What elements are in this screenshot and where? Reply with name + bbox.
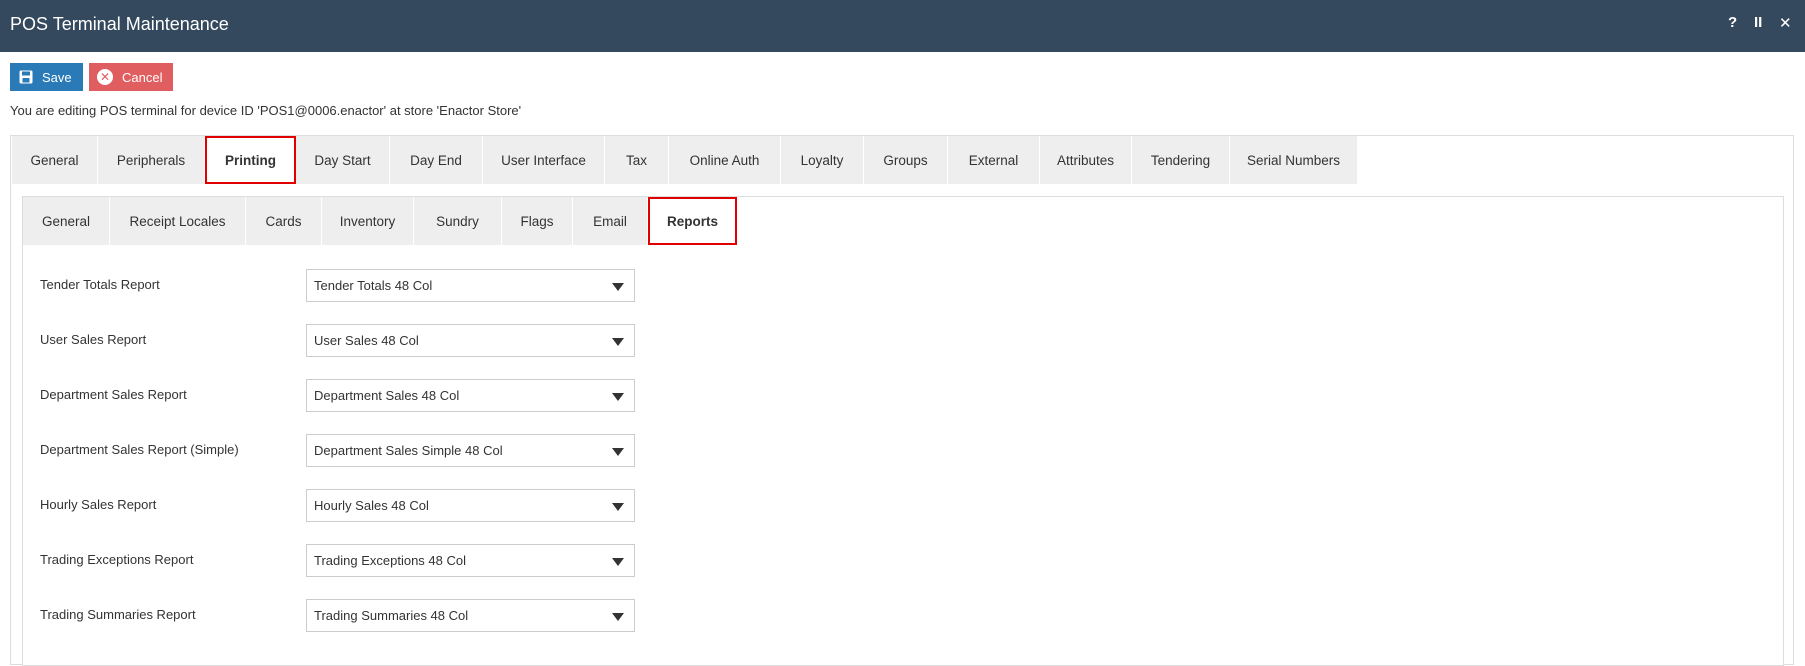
tab-loyalty[interactable]: Loyalty xyxy=(781,136,864,184)
report-select-value: Hourly Sales 48 Col xyxy=(314,498,429,513)
report-label: Department Sales Report (Simple) xyxy=(40,442,239,457)
report-select[interactable]: Department Sales Simple 48 Col xyxy=(306,434,635,467)
cancel-circle-icon: ✕ xyxy=(97,69,113,85)
subtab-reports[interactable]: Reports xyxy=(648,197,737,245)
title-bar: POS Terminal Maintenance ? II ✕ xyxy=(0,0,1805,52)
report-select[interactable]: User Sales 48 Col xyxy=(306,324,635,357)
editing-info-text: You are editing POS terminal for device … xyxy=(10,103,522,118)
report-row-department-sales-report: Department Sales Report Department Sales … xyxy=(40,379,640,412)
report-label: User Sales Report xyxy=(40,332,147,347)
tab-serial-numbers[interactable]: Serial Numbers xyxy=(1230,136,1358,184)
tab-tendering[interactable]: Tendering xyxy=(1132,136,1230,184)
caret-down-icon xyxy=(612,338,624,346)
report-select[interactable]: Trading Exceptions 48 Col xyxy=(306,544,635,577)
subtab-general[interactable]: General xyxy=(23,197,110,245)
tab-peripherals[interactable]: Peripherals xyxy=(98,136,205,184)
report-select-value: Trading Summaries 48 Col xyxy=(314,608,469,623)
tab-online-auth[interactable]: Online Auth xyxy=(669,136,781,184)
main-tab-bar: General Peripherals Printing Day Start Day E… xyxy=(12,136,1358,184)
report-select[interactable]: Trading Summaries 48 Col xyxy=(306,599,635,632)
subtab-sundry[interactable]: Sundry xyxy=(414,197,502,245)
report-row-user-sales-report: User Sales Report User Sales 48 Col xyxy=(40,324,640,357)
report-label: Trading Exceptions Report xyxy=(40,552,194,567)
tab-attributes[interactable]: Attributes xyxy=(1040,136,1132,184)
tab-groups[interactable]: Groups xyxy=(864,136,948,184)
help-icon[interactable]: ? xyxy=(1728,14,1737,31)
caret-down-icon xyxy=(612,558,624,566)
report-select[interactable]: Tender Totals 48 Col xyxy=(306,269,635,302)
subtab-flags[interactable]: Flags xyxy=(502,197,573,245)
report-row-hourly-sales-report: Hourly Sales Report Hourly Sales 48 Col xyxy=(40,489,640,522)
report-select-value: Department Sales Simple 48 Col xyxy=(314,443,503,458)
printing-tab-panel xyxy=(22,196,1784,666)
report-label: Tender Totals Report xyxy=(40,277,160,292)
report-label: Hourly Sales Report xyxy=(40,497,157,512)
tab-day-end[interactable]: Day End xyxy=(390,136,483,184)
report-row-department-sales-report-simple: Department Sales Report (Simple) Departme… xyxy=(40,434,640,467)
tab-user-interface[interactable]: User Interface xyxy=(483,136,605,184)
caret-down-icon xyxy=(612,448,624,456)
save-button[interactable]: Save xyxy=(10,63,83,91)
report-select-value: User Sales 48 Col xyxy=(314,333,419,348)
report-label: Department Sales Report xyxy=(40,387,187,402)
tab-general[interactable]: General xyxy=(12,136,98,184)
report-select[interactable]: Hourly Sales 48 Col xyxy=(306,489,635,522)
cancel-button[interactable]: ✕ Cancel xyxy=(89,63,173,91)
report-select-value: Department Sales 48 Col xyxy=(314,388,460,403)
tab-tax[interactable]: Tax xyxy=(605,136,669,184)
report-select-value: Trading Exceptions 48 Col xyxy=(314,553,466,568)
caret-down-icon xyxy=(612,393,624,401)
subtab-receipt-locales[interactable]: Receipt Locales xyxy=(110,197,246,245)
pause-icon[interactable]: II xyxy=(1754,14,1762,31)
report-row-trading-summaries-report: Trading Summaries Report Trading Summarie… xyxy=(40,599,640,632)
report-row-trading-exceptions-report: Trading Exceptions Report Trading Excepti… xyxy=(40,544,640,577)
tab-external[interactable]: External xyxy=(948,136,1040,184)
subtab-inventory[interactable]: Inventory xyxy=(322,197,414,245)
close-icon[interactable]: ✕ xyxy=(1779,14,1792,32)
floppy-disk-icon xyxy=(19,70,33,84)
save-button-label: Save xyxy=(42,69,72,85)
cancel-button-label: Cancel xyxy=(122,69,163,85)
tab-printing[interactable]: Printing xyxy=(205,136,296,184)
subtab-email[interactable]: Email xyxy=(573,197,648,245)
report-select-value: Tender Totals 48 Col xyxy=(314,278,433,293)
subtab-cards[interactable]: Cards xyxy=(246,197,322,245)
tab-day-start[interactable]: Day Start xyxy=(296,136,390,184)
caret-down-icon xyxy=(612,283,624,291)
report-row-tender-totals-report: Tender Totals Report Tender Totals 48 Col xyxy=(40,269,640,302)
caret-down-icon xyxy=(612,503,624,511)
report-select[interactable]: Department Sales 48 Col xyxy=(306,379,635,412)
report-label: Trading Summaries Report xyxy=(40,607,196,622)
caret-down-icon xyxy=(612,613,624,621)
printing-sub-tab-bar: General Receipt Locales Cards Inventory Sund… xyxy=(23,197,737,245)
window-title: POS Terminal Maintenance xyxy=(10,14,229,34)
